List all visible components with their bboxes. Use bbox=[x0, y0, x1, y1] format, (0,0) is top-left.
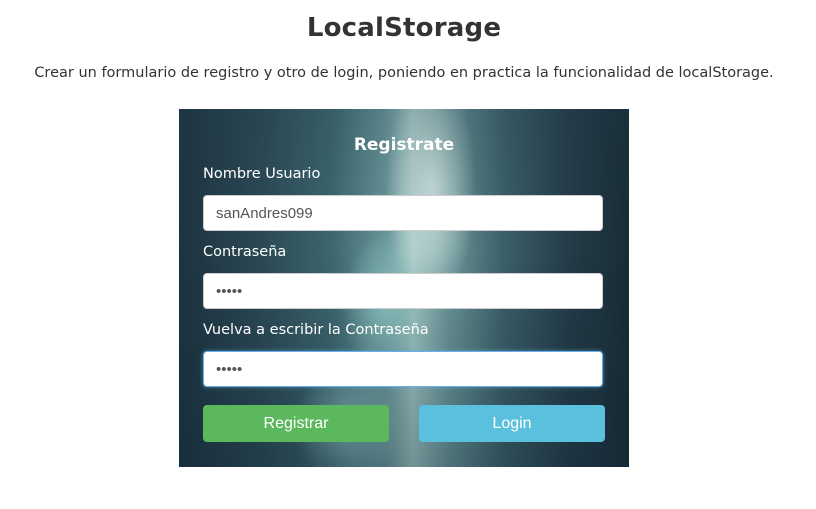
form-title: Registrate bbox=[353, 135, 455, 155]
password-input[interactable] bbox=[203, 273, 603, 309]
confirm-password-input[interactable] bbox=[203, 351, 603, 387]
register-card: Registrate Nombre Usuario Contraseña Vue… bbox=[179, 109, 629, 467]
page-description: Crear un formulario de registro y otro d… bbox=[34, 65, 774, 81]
username-label: Nombre Usuario bbox=[203, 166, 321, 182]
username-input[interactable] bbox=[203, 195, 603, 231]
login-button[interactable]: Login bbox=[419, 405, 605, 442]
confirm-password-label: Vuelva a escribir la Contraseña bbox=[203, 322, 429, 338]
page-title: LocalStorage bbox=[306, 13, 502, 43]
register-button[interactable]: Registrar bbox=[203, 405, 389, 442]
page: LocalStorage Crear un formulario de regi… bbox=[0, 0, 816, 509]
password-label: Contraseña bbox=[203, 244, 287, 260]
